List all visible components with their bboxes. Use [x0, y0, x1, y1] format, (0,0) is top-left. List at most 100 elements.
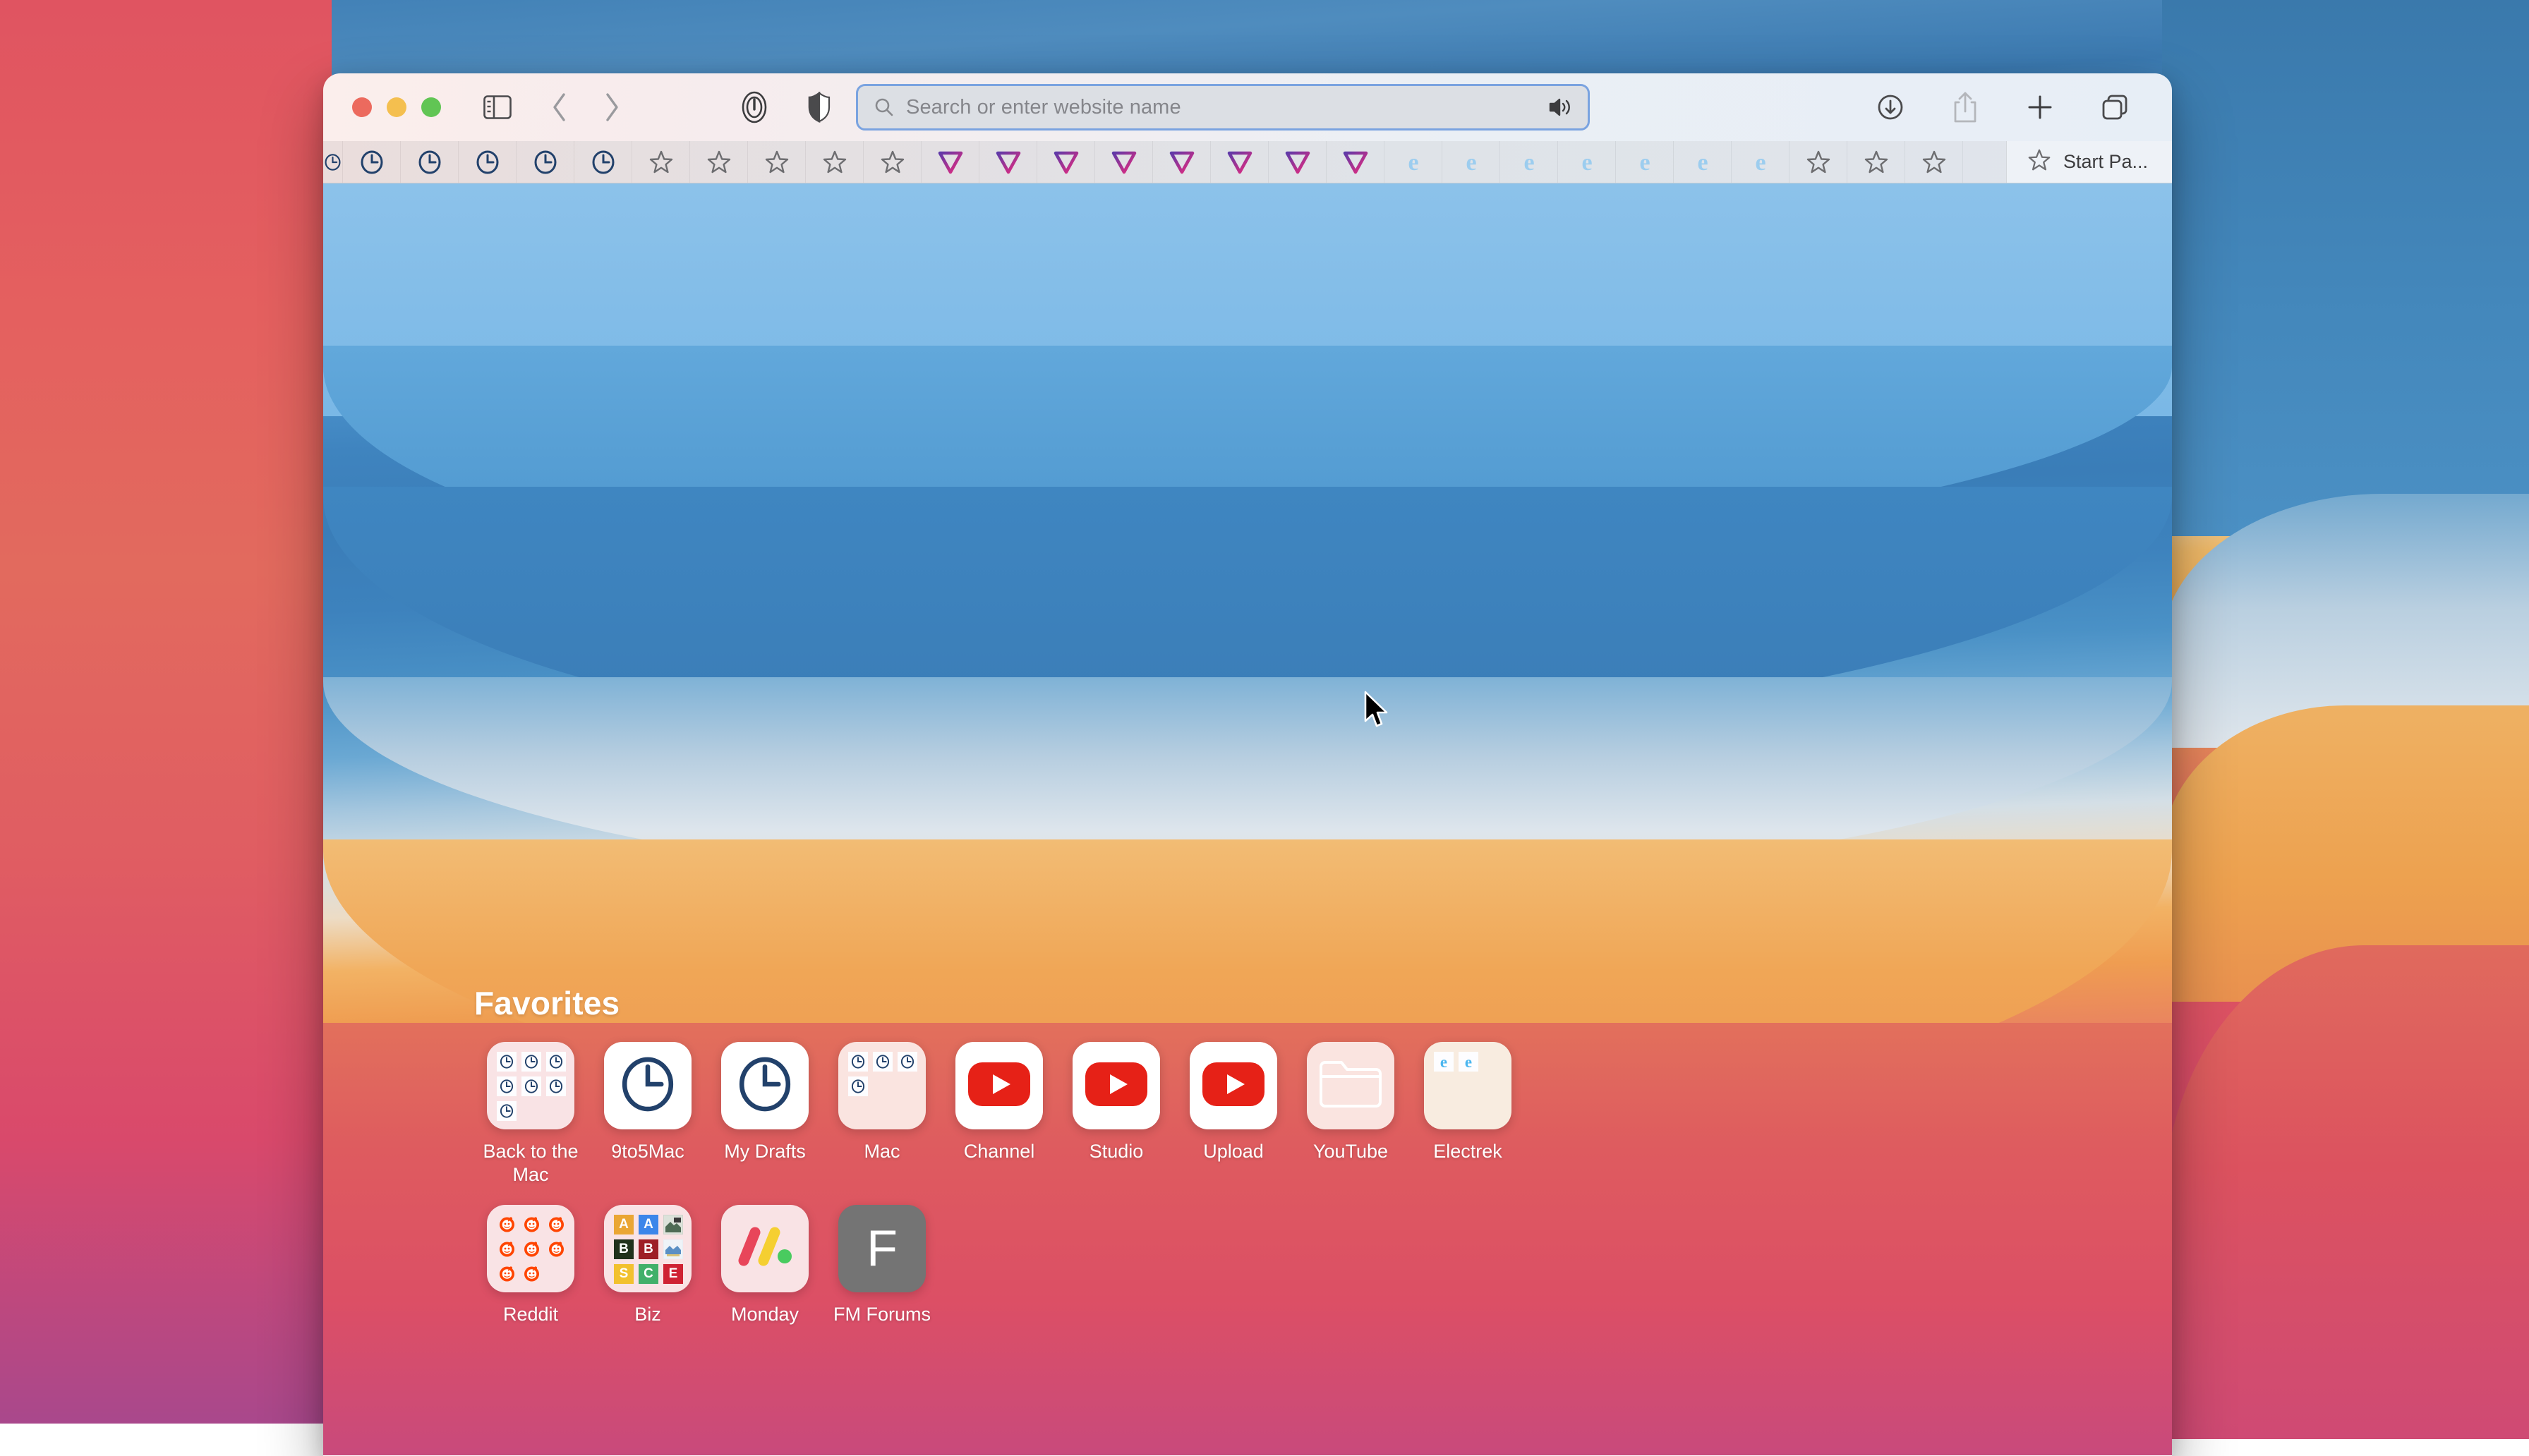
navigation-buttons [541, 87, 630, 127]
privacy-shield-icon[interactable] [802, 87, 836, 127]
site-tile[interactable] [1190, 1042, 1277, 1129]
letter-f-icon: F [867, 1223, 898, 1274]
bookmark-item-triangle[interactable] [1037, 141, 1095, 183]
bookmark-item-electrek[interactable]: e [1732, 141, 1789, 183]
folder-favicon-grid [487, 1042, 574, 1129]
onepassword-icon[interactable] [735, 87, 774, 127]
folder-tile[interactable] [487, 1205, 574, 1292]
bookmark-item-clock[interactable] [459, 141, 517, 183]
favorite-label: Biz [634, 1303, 661, 1326]
folder-tile[interactable] [1307, 1042, 1394, 1129]
svg-text:e: e [1408, 150, 1418, 176]
downloads-icon[interactable] [1870, 87, 1911, 128]
clock-icon [848, 1052, 868, 1072]
favorite-item[interactable]: Mac [826, 1042, 938, 1187]
bookmark-item-triangle[interactable] [1095, 141, 1153, 183]
favorite-label: 9to5Mac [611, 1140, 684, 1163]
folder-favicon-grid [487, 1205, 574, 1292]
bookmark-item-star[interactable] [1847, 141, 1905, 183]
bookmark-item-clock[interactable] [401, 141, 459, 183]
youtube-icon [1201, 1061, 1266, 1111]
clock-icon [873, 1052, 893, 1072]
bookmark-item-triangle[interactable] [979, 141, 1037, 183]
bookmark-item-star[interactable] [806, 141, 864, 183]
site-tile[interactable] [955, 1042, 1043, 1129]
address-bar[interactable]: Search or enter website name [856, 84, 1590, 131]
reddit-icon [521, 1239, 541, 1259]
site-tile[interactable]: F [838, 1205, 926, 1292]
favorite-item[interactable]: Upload [1177, 1042, 1290, 1187]
bookmark-item-star[interactable] [690, 141, 748, 183]
bookmark-item-triangle[interactable] [1211, 141, 1269, 183]
bookmark-item-clock[interactable] [517, 141, 574, 183]
bookmark-item-clock[interactable] [574, 141, 632, 183]
bookmark-item[interactable] [323, 141, 343, 183]
bookmark-item-star[interactable] [632, 141, 690, 183]
bookmark-item-triangle[interactable] [1153, 141, 1211, 183]
new-tab-icon[interactable] [2020, 87, 2060, 128]
favorite-item[interactable]: Back to the Mac [474, 1042, 587, 1187]
bookmark-item-electrek[interactable]: e [1674, 141, 1732, 183]
favorite-item[interactable]: A A B B S C E Biz [591, 1205, 704, 1326]
bookmark-item-electrek[interactable]: e [1558, 141, 1616, 183]
reddit-icon [521, 1264, 541, 1284]
folder-tile[interactable] [487, 1042, 574, 1129]
window-controls [352, 97, 441, 117]
close-button[interactable] [352, 97, 372, 117]
audio-speaker-icon[interactable] [1548, 97, 1574, 118]
folder-tile[interactable]: e e [1424, 1042, 1511, 1129]
sidebar-toggle-icon[interactable] [478, 87, 517, 127]
svg-text:e: e [1639, 150, 1650, 176]
favicon-letter-e-red: E [663, 1264, 683, 1284]
site-tile[interactable] [721, 1042, 809, 1129]
bookmark-item-electrek[interactable]: e [1500, 141, 1558, 183]
folder-tile[interactable] [838, 1042, 926, 1129]
bookmark-item-star[interactable] [1905, 141, 1963, 183]
site-tile[interactable] [604, 1042, 692, 1129]
bookmark-item-triangle[interactable] [1269, 141, 1327, 183]
favorite-item[interactable]: Monday [708, 1205, 821, 1326]
favorite-label: Mac [864, 1140, 900, 1163]
bookmark-item-star[interactable] [1789, 141, 1847, 183]
svg-text:e: e [1465, 1053, 1472, 1071]
share-icon[interactable] [1945, 87, 1986, 128]
favorite-item[interactable]: Channel [943, 1042, 1056, 1187]
favorite-item[interactable]: F FM Forums [826, 1205, 938, 1326]
folder-tile[interactable]: A A B B S C E [604, 1205, 692, 1292]
bookmark-item-triangle[interactable] [1327, 141, 1384, 183]
svg-text:e: e [1581, 150, 1592, 176]
favorite-item[interactable]: YouTube [1294, 1042, 1407, 1187]
bookmark-item-electrek[interactable]: e [1384, 141, 1442, 183]
site-tile[interactable] [1073, 1042, 1160, 1129]
bookmark-item-electrek[interactable]: e [1616, 141, 1674, 183]
site-tile[interactable] [721, 1205, 809, 1292]
favorite-label: Studio [1090, 1140, 1144, 1163]
bookmark-item-clock[interactable] [343, 141, 401, 183]
tab-overview-icon[interactable] [2094, 87, 2135, 128]
zoom-button[interactable] [421, 97, 441, 117]
favorite-item[interactable]: Studio [1060, 1042, 1173, 1187]
favicon-letter-b-red: B [639, 1239, 658, 1259]
bookmark-item-electrek[interactable]: e [1442, 141, 1500, 183]
bookmark-tab-label: Start Pa... [2063, 151, 2148, 173]
clock-icon [497, 1076, 517, 1096]
favorite-label: Upload [1203, 1140, 1264, 1163]
folder-favicon-grid [838, 1042, 926, 1129]
favorite-label: Monday [731, 1303, 799, 1326]
bookmark-item-triangle[interactable] [922, 141, 979, 183]
favorite-item[interactable]: My Drafts [708, 1042, 821, 1187]
bookmark-tab-start-page[interactable]: Start Pa... [2006, 141, 2172, 183]
bookmarks-bar: e e e e e e e Start Pa... [323, 141, 2172, 183]
bookmark-item-star[interactable] [864, 141, 922, 183]
folder-favicon-grid: e e [1424, 1042, 1511, 1129]
minimize-button[interactable] [387, 97, 406, 117]
favicon-letter-a-blue: A [639, 1215, 658, 1234]
back-button-icon[interactable] [541, 87, 578, 127]
clock-icon [735, 1054, 795, 1118]
favorite-item[interactable]: 9to5Mac [591, 1042, 704, 1187]
favorite-item[interactable]: Reddit [474, 1205, 587, 1326]
forward-button-icon[interactable] [593, 87, 630, 127]
favorite-item[interactable]: e e Electrek [1411, 1042, 1524, 1187]
bookmark-item-star[interactable] [748, 141, 806, 183]
favicon-letter-b-green: B [614, 1239, 634, 1259]
